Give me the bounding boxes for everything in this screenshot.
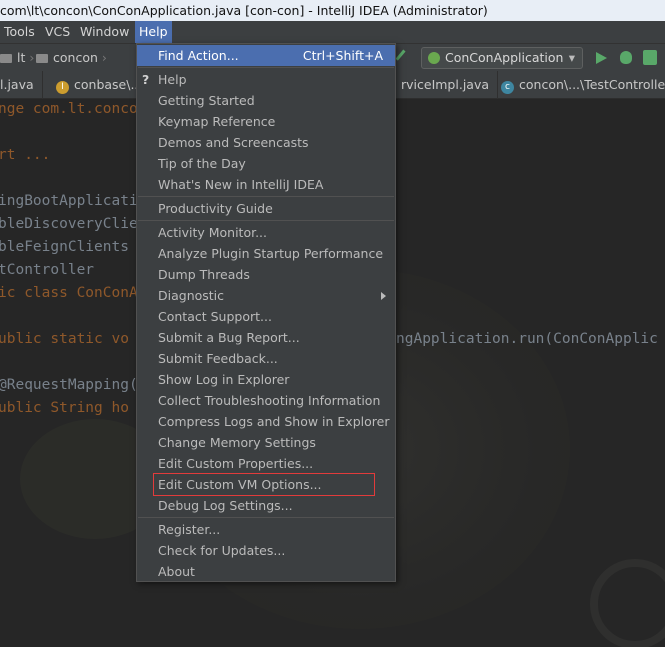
menu-item-help[interactable]: ? Help bbox=[137, 69, 395, 90]
menu-item-activity-monitor[interactable]: Activity Monitor... bbox=[137, 222, 395, 243]
shortcut-label: Ctrl+Shift+A bbox=[302, 48, 383, 63]
menu-bar: Tools VCS Window Help bbox=[0, 21, 665, 43]
menu-item-submit-feedback[interactable]: Submit Feedback... bbox=[137, 348, 395, 369]
menu-help[interactable]: Help bbox=[135, 21, 172, 43]
tab-serviceimpl[interactable]: rviceImpl.java bbox=[393, 71, 499, 99]
chevron-down-icon: ▾ bbox=[568, 50, 575, 65]
spring-boot-icon bbox=[428, 52, 440, 64]
submenu-arrow-icon bbox=[381, 292, 386, 300]
menu-item-keymap-reference[interactable]: Keymap Reference bbox=[137, 111, 395, 132]
folder-icon bbox=[0, 54, 12, 63]
menu-item-about[interactable]: About bbox=[137, 561, 395, 582]
tab-java-file[interactable]: l.java bbox=[0, 71, 43, 99]
menu-item-change-memory-settings[interactable]: Change Memory Settings bbox=[137, 432, 395, 453]
menu-item-check-for-updates[interactable]: Check for Updates... bbox=[137, 540, 395, 561]
menu-tools[interactable]: Tools bbox=[0, 21, 39, 43]
menu-item-productivity-guide[interactable]: Productivity Guide bbox=[137, 198, 395, 219]
menu-item-register[interactable]: Register... bbox=[137, 519, 395, 540]
menu-divider bbox=[138, 220, 394, 221]
run-icon[interactable] bbox=[596, 52, 607, 64]
menu-divider bbox=[138, 517, 394, 518]
menu-item-contact-support[interactable]: Contact Support... bbox=[137, 306, 395, 327]
menu-item-edit-custom-properties[interactable]: Edit Custom Properties... bbox=[137, 453, 395, 474]
menu-item-submit-bug-report[interactable]: Submit a Bug Report... bbox=[137, 327, 395, 348]
menu-item-dump-threads[interactable]: Dump Threads bbox=[137, 264, 395, 285]
interface-icon: I bbox=[56, 81, 69, 94]
menu-item-find-action[interactable]: Find Action... Ctrl+Shift+A bbox=[137, 45, 395, 66]
menu-item-getting-started[interactable]: Getting Started bbox=[137, 90, 395, 111]
question-icon: ? bbox=[142, 72, 150, 87]
build-icon[interactable] bbox=[395, 49, 413, 67]
run-configuration-select[interactable]: ConConApplication ▾ bbox=[421, 47, 583, 69]
menu-window[interactable]: Window bbox=[76, 21, 133, 43]
window-title-bar: com\lt\concon\ConConApplication.java [co… bbox=[0, 0, 665, 21]
menu-divider bbox=[138, 196, 394, 197]
menu-vcs[interactable]: VCS bbox=[41, 21, 74, 43]
window-title: com\lt\concon\ConConApplication.java [co… bbox=[0, 3, 488, 18]
menu-item-show-log[interactable]: Show Log in Explorer bbox=[137, 369, 395, 390]
breadcrumb-concon[interactable]: concon › bbox=[36, 50, 113, 65]
menu-item-collect-troubleshooting[interactable]: Collect Troubleshooting Information bbox=[137, 390, 395, 411]
debug-icon[interactable] bbox=[620, 51, 632, 64]
help-menu-dropdown: Find Action... Ctrl+Shift+A ? Help Gettin… bbox=[136, 43, 396, 582]
menu-item-diagnostic[interactable]: Diagnostic bbox=[137, 285, 395, 306]
tab-testcontroller[interactable]: c concon\...\TestController bbox=[493, 71, 665, 99]
class-icon: c bbox=[501, 81, 514, 94]
highlight-annotation-box bbox=[153, 473, 375, 496]
menu-item-compress-logs[interactable]: Compress Logs and Show in Explorer bbox=[137, 411, 395, 432]
breadcrumb-lt[interactable]: lt › bbox=[0, 50, 40, 65]
chevron-right-icon: › bbox=[29, 50, 35, 65]
menu-item-debug-log-settings[interactable]: Debug Log Settings... bbox=[137, 495, 395, 516]
menu-item-tip-of-the-day[interactable]: Tip of the Day bbox=[137, 153, 395, 174]
folder-icon bbox=[36, 54, 48, 63]
chevron-right-icon: › bbox=[101, 50, 107, 65]
menu-item-analyze-plugin-startup[interactable]: Analyze Plugin Startup Performance bbox=[137, 243, 395, 264]
menu-item-demos[interactable]: Demos and Screencasts bbox=[137, 132, 395, 153]
coverage-icon[interactable] bbox=[643, 50, 657, 65]
menu-item-whats-new[interactable]: What's New in IntelliJ IDEA bbox=[137, 174, 395, 195]
menu-divider bbox=[138, 67, 394, 68]
